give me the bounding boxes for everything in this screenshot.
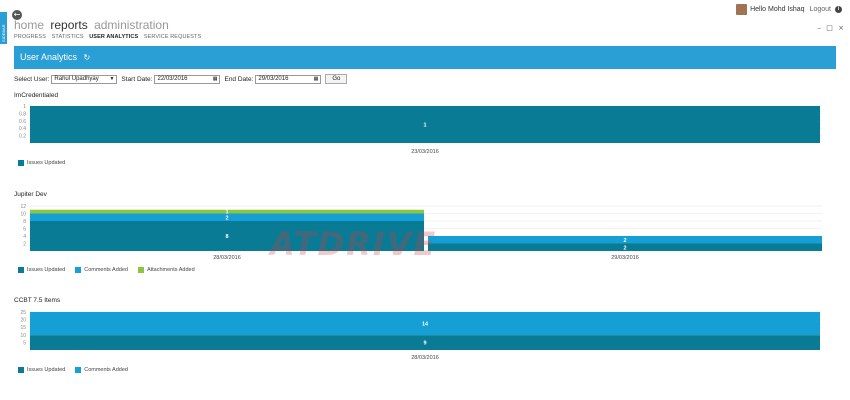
data-label: 8 <box>225 234 228 240</box>
y-tick-label: 15 <box>20 325 26 331</box>
side-tab-label: SIDEBAR <box>1 24 6 42</box>
x-tick-label: 23/03/2016 <box>411 149 439 155</box>
legend-swatch <box>75 367 82 373</box>
start-date-input[interactable]: 22/03/2016 ▦ <box>154 74 221 84</box>
y-tick-label: 10 <box>20 333 26 339</box>
sub-nav: PROGRESS STATISTICS USER ANALYTICS SERVI… <box>14 34 205 40</box>
close-button[interactable]: × <box>838 24 844 32</box>
legend-label: Issues Updated <box>27 367 66 373</box>
end-date-input[interactable]: 29/03/2016 ▦ <box>255 74 322 84</box>
legend-item[interactable]: Issues Updated <box>18 267 65 273</box>
end-date-value: 29/03/2016 <box>258 75 289 82</box>
legend-label: Issues Updated <box>27 160 66 166</box>
legend-item[interactable]: Comments Added <box>75 367 128 373</box>
y-tick-label: 8 <box>23 219 26 225</box>
legend-label: Comments Added <box>84 267 128 273</box>
data-label: 1 <box>225 210 228 216</box>
tab-progress[interactable]: PROGRESS <box>14 34 46 40</box>
y-tick-label: 25 <box>20 310 26 316</box>
user-select[interactable]: Rahul Upadhyay ▼ <box>51 74 118 84</box>
legend-label: Attachments Added <box>146 267 195 273</box>
legend-item[interactable]: Issues Updated <box>18 160 65 166</box>
minimize-button[interactable]: – <box>818 24 822 32</box>
nav-administration[interactable]: administration <box>94 18 169 32</box>
watermark: ATDRIVE <box>270 225 438 263</box>
user-greeting: Hello Mohd Ishaq <box>750 6 805 13</box>
y-tick-label: 5 <box>23 340 26 346</box>
chart-title: CCBT 7.5 Items <box>14 297 61 304</box>
legend-item[interactable]: Issues Updated <box>18 367 65 373</box>
window-controls: – □ × <box>815 24 844 32</box>
chart-legend: Issues Updated <box>18 160 75 166</box>
info-icon[interactable]: i <box>835 6 842 13</box>
avatar <box>736 4 748 15</box>
user-select-value: Rahul Upadhyay <box>54 75 99 82</box>
tab-user-analytics[interactable]: USER ANALYTICS <box>89 34 138 40</box>
y-tick-label: 0.6 <box>19 119 26 125</box>
chart-ccbt: 25 2015 105 9 14 28/03/2016 <box>20 310 822 361</box>
top-nav: home reports administration <box>14 18 172 32</box>
x-tick-label: 29/03/2016 <box>611 255 639 261</box>
chevron-down-icon: ▼ <box>109 75 115 82</box>
start-date-value: 22/03/2016 <box>157 75 188 82</box>
x-tick-label: 28/03/2016 <box>213 255 241 261</box>
data-label: 2 <box>623 245 626 251</box>
legend-swatch <box>18 367 24 373</box>
filter-bar: Select User: Rahul Upadhyay ▼ Start Date… <box>14 74 348 84</box>
legend-swatch <box>75 267 82 273</box>
user-select-label: Select User: <box>14 75 50 83</box>
y-tick-label: 1 <box>23 104 26 110</box>
maximize-button[interactable]: □ <box>826 24 833 32</box>
legend-swatch <box>18 267 24 273</box>
y-tick-label: 6 <box>23 227 26 233</box>
go-button[interactable]: Go <box>325 74 348 84</box>
data-label: 1 <box>423 123 426 129</box>
data-label: 2 <box>623 238 626 244</box>
chart-title: Jupiter Dev <box>14 191 47 198</box>
page-title: User Analytics <box>20 52 78 62</box>
chart-legend: Issues Updated Comments Added Attachments … <box>18 267 205 273</box>
logout-link[interactable]: Logout <box>810 6 831 13</box>
y-tick-label: 0.8 <box>19 111 26 117</box>
calendar-icon[interactable]: ▦ <box>314 76 319 83</box>
legend-swatch <box>18 160 24 166</box>
end-date-label: End Date: <box>224 75 254 83</box>
y-tick-label: 4 <box>23 234 26 240</box>
calendar-icon[interactable]: ▦ <box>213 76 218 83</box>
y-tick-label: 0.4 <box>19 126 26 132</box>
y-tick-label: 12 <box>20 204 26 210</box>
data-label: 9 <box>423 341 426 347</box>
tab-service-requests[interactable]: SERVICE REQUESTS <box>144 34 201 40</box>
y-tick-label: 10 <box>20 212 26 218</box>
legend-item[interactable]: Attachments Added <box>137 267 195 273</box>
page-banner: User Analytics ↻ <box>14 46 836 69</box>
user-area: Hello Mohd Ishaq Logout i <box>736 4 842 15</box>
x-tick-label: 28/03/2016 <box>411 355 439 361</box>
data-label: 14 <box>422 322 429 328</box>
legend-swatch <box>137 267 144 273</box>
nav-home[interactable]: home <box>14 18 44 32</box>
legend-label: Comments Added <box>84 367 128 373</box>
refresh-icon[interactable]: ↻ <box>84 46 91 69</box>
legend-item[interactable]: Comments Added <box>75 267 128 273</box>
chart-legend: Issues Updated Comments Added <box>18 367 138 373</box>
chart-imcredentialed: 10.80.60.40.2123/03/2016 <box>19 104 822 155</box>
y-tick-label: 0.2 <box>19 134 26 140</box>
side-panel-tab[interactable]: SIDEBAR <box>0 12 7 44</box>
tab-statistics[interactable]: STATISTICS <box>52 34 84 40</box>
y-tick-label: 20 <box>20 318 26 324</box>
start-date-label: Start Date: <box>121 75 153 83</box>
y-tick-label: 2 <box>23 242 26 248</box>
nav-reports[interactable]: reports <box>50 18 87 32</box>
legend-label: Issues Updated <box>27 267 66 273</box>
chart-title: ImCredentialed <box>14 92 59 99</box>
data-label: 2 <box>225 215 228 221</box>
